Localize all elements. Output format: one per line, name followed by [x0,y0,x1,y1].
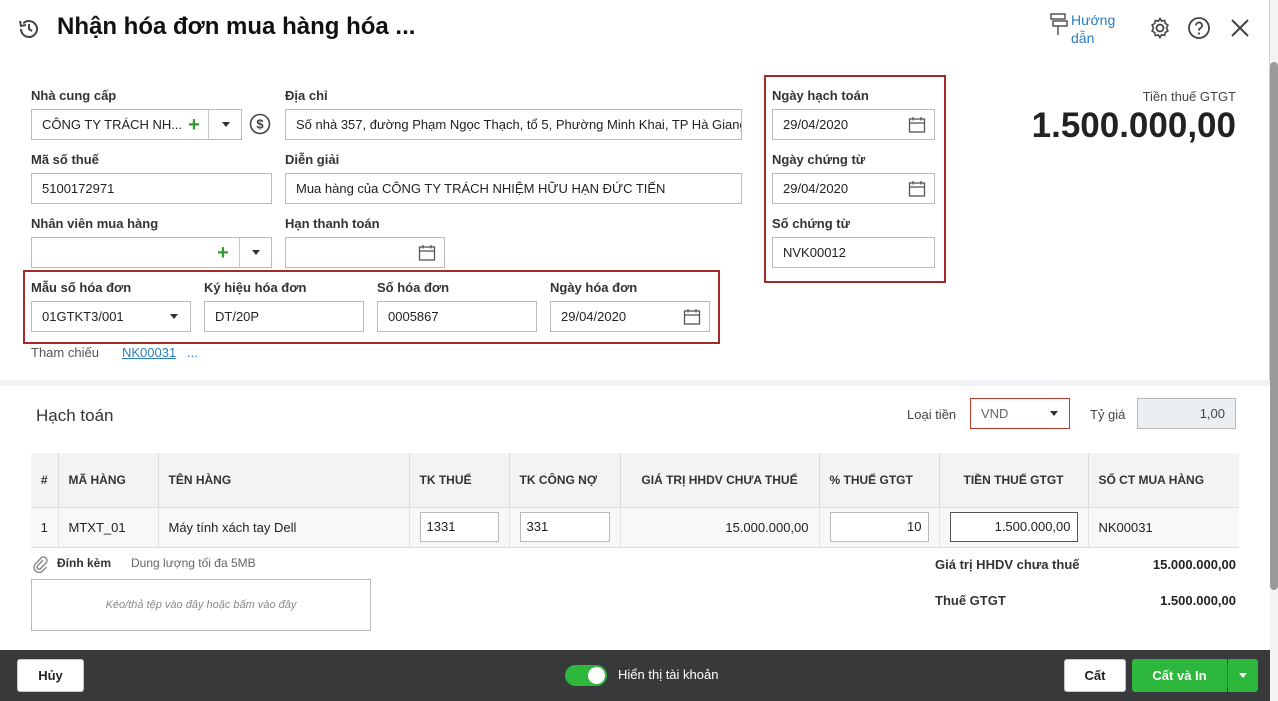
divider [208,110,209,139]
vat-total-value: 1.500.000,00 [1031,106,1236,145]
col-header-index: # [31,453,59,508]
buyer-label: Nhân viên mua hàng [31,216,159,231]
supplier-label: Nhà cung cấp [31,88,117,103]
voucher-number-label: Số chứng từ [772,216,851,231]
row-item-code[interactable]: MTXT_01 [58,507,159,548]
invoice-dialog: Nhận hóa đơn mua hàng hóa ... Hướng dẫn … [0,0,1270,701]
col-header-debt-account: TK CÔNG NỢ [509,453,621,508]
row-tax-account-input[interactable]: 1331 [419,512,499,542]
posting-date-label: Ngày hạch toán [772,88,869,103]
help-icon[interactable] [1186,15,1212,41]
cancel-button[interactable]: Hủy [17,659,84,692]
signpost-icon[interactable] [1048,11,1070,37]
col-header-tax-account: TK THUẾ [409,453,510,508]
attachment-label: Đính kèm [57,556,112,570]
currency-label: Loại tiền [907,407,957,422]
calendar-icon[interactable] [417,243,437,263]
add-buyer-icon[interactable]: + [210,238,236,267]
vat-value: 1.500.000,00 [1160,593,1236,608]
col-header-item-code: MÃ HÀNG [58,453,159,508]
calendar-icon[interactable] [682,307,702,327]
help-link[interactable]: Hướng dẫn [1071,11,1115,47]
chevron-down-icon[interactable] [164,302,184,331]
reference-label: Tham chiếu [31,345,99,360]
gear-icon[interactable] [1147,15,1173,41]
row-item-name[interactable]: Máy tính xách tay Dell [158,507,410,548]
exchange-rate-field: 1,00 [1137,398,1236,429]
table-header: # MÃ HÀNG TÊN HÀNG TK THUẾ TK CÔNG NỢ GI… [31,453,1239,508]
row-vat-rate-input[interactable]: 10 [829,512,929,542]
accounting-title: Hạch toán [36,406,114,425]
chevron-down-icon [1239,673,1247,678]
col-header-purchase-voucher: SỐ CT MUA HÀNG [1088,453,1239,508]
chevron-down-icon[interactable] [1044,399,1064,428]
show-account-label: Hiển thị tài khoản [618,667,719,682]
invoice-symbol-label: Ký hiệu hóa đơn [204,280,307,295]
vat-total-label: Tiền thuế GTGT [1142,89,1236,104]
vat-label: Thuế GTGT [935,593,1006,608]
table-row[interactable]: 1 MTXT_01 Máy tính xách tay Dell 1331 33… [31,507,1239,548]
address-label: Địa chỉ [285,88,328,103]
help-line1: Hướng [1071,12,1116,28]
col-header-item-name: TÊN HÀNG [158,453,410,508]
address-field[interactable]: Số nhà 357, đường Phạm Ngọc Thạch, tổ 5,… [285,109,742,140]
row-amount[interactable]: 15.000.000,00 [620,507,820,548]
add-supplier-icon[interactable]: + [181,110,207,139]
svg-text:$: $ [256,117,264,132]
subtotal-label: Giá trị HHDV chưa thuế [935,557,1080,572]
subtotal-value: 15.000.000,00 [1152,557,1236,572]
description-label: Diễn giải [285,152,340,167]
save-options-dropdown[interactable] [1228,659,1258,692]
calendar-icon[interactable] [907,115,927,135]
chevron-down-icon[interactable] [210,110,241,139]
paperclip-icon[interactable] [31,555,49,573]
accounting-table: # MÃ HÀNG TÊN HÀNG TK THUẾ TK CÔNG NỢ GI… [31,453,1239,548]
invoice-number-label: Số hóa đơn [377,280,450,295]
tax-code-field[interactable]: 5100172971 [31,173,272,204]
calendar-icon[interactable] [907,179,927,199]
tax-code-label: Mã số thuế [31,152,99,167]
due-date-label: Hạn thanh toán [285,216,380,231]
attachment-hint: Dung lượng tối đa 5MB [131,556,256,570]
currency-icon[interactable]: $ [249,113,271,135]
help-line2: dẫn [1071,30,1095,46]
row-purchase-voucher[interactable]: NK00031 [1088,507,1239,548]
page-title: Nhận hóa đơn mua hàng hóa ... [57,13,416,40]
attachment-dropzone[interactable]: Kéo/thả tệp vào đây hoặc bấm vào đây [31,579,371,631]
invoice-number-field[interactable]: 0005867 [377,301,537,332]
row-debt-account-input[interactable]: 331 [519,512,610,542]
chevron-down-icon[interactable] [240,238,271,267]
description-field[interactable]: Mua hàng của CÔNG TY TRÁCH NHIỆM HỮU HẠN… [285,173,742,204]
close-icon[interactable] [1228,16,1252,40]
save-and-print-button[interactable]: Cất và In [1132,659,1227,692]
reference-link[interactable]: NK00031 [122,345,176,360]
invoice-template-label: Mẫu số hóa đơn [31,280,132,295]
footer-bar: Hủy Hiển thị tài khoản Cất Cất và In [0,650,1270,701]
row-vat-amount-input[interactable]: 1.500.000,00 [949,512,1078,542]
save-button[interactable]: Cất [1064,659,1126,692]
reference-more-button[interactable]: ... [187,345,198,360]
col-header-vat-rate: % THUẾ GTGT [819,453,940,508]
invoice-date-label: Ngày hóa đơn [550,280,638,295]
toggle-knob [588,667,605,684]
history-icon[interactable] [16,16,42,42]
col-header-vat-amount: TIỀN THUẾ GTGT [939,453,1089,508]
row-index: 1 [31,507,59,548]
voucher-date-label: Ngày chứng từ [772,152,866,167]
scrollbar-thumb[interactable] [1270,62,1278,590]
voucher-number-field[interactable]: NVK00012 [772,237,935,268]
exchange-rate-label: Tỷ giá [1090,407,1126,422]
col-header-amount: GIÁ TRỊ HHDV CHƯA THUẾ [620,453,820,508]
show-account-toggle[interactable] [565,665,607,686]
invoice-symbol-field[interactable]: DT/20P [204,301,364,332]
